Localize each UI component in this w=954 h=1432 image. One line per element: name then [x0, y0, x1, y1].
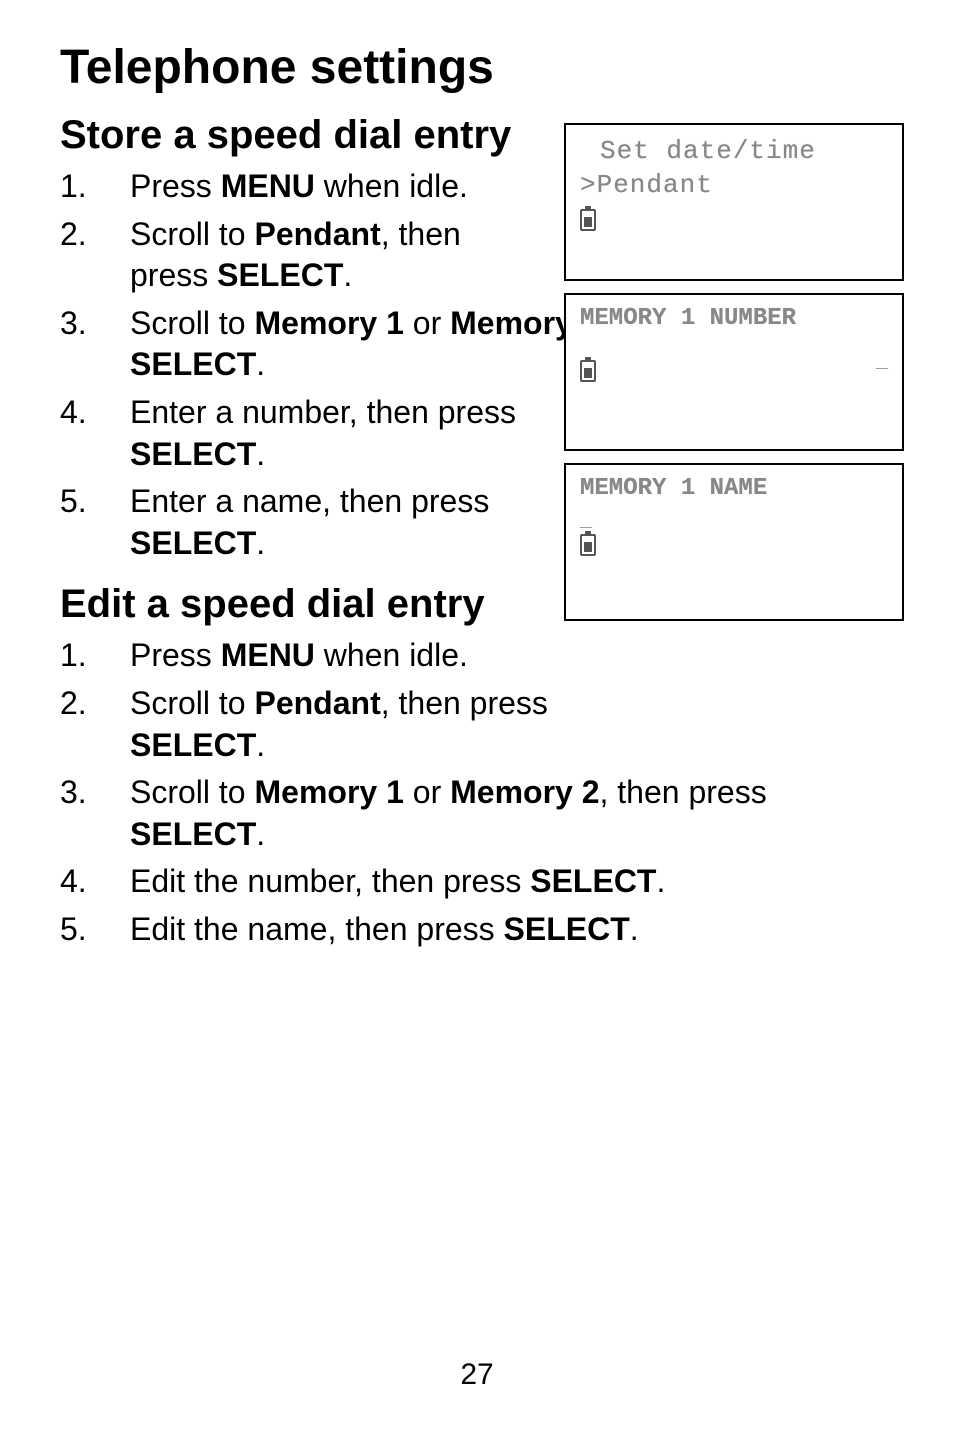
list-item: 4. Enter a number, then press SELECT. [60, 392, 580, 475]
step-number: 5. [60, 909, 87, 951]
lcd-line: >Pendant [580, 169, 888, 203]
step-number: 1. [60, 166, 87, 208]
step-number: 3. [60, 772, 87, 814]
lcd-title: MEMORY 1 NUMBER [580, 305, 888, 332]
cursor-icon: _ [580, 504, 888, 528]
lcd-screen-number: MEMORY 1 NUMBER _ [564, 293, 904, 451]
list-item: 4. Edit the number, then press SELECT. [60, 861, 894, 903]
page-title: Telephone settings [60, 40, 894, 95]
list-item: 1. Press MENU when idle. [60, 166, 580, 208]
list-item: 2. Scroll to Pendant, then press SELECT. [60, 214, 500, 297]
lcd-screen-menu: Set date/time >Pendant [564, 123, 904, 281]
battery-icon [580, 360, 596, 382]
battery-icon [580, 209, 596, 231]
lcd-screens: Set date/time >Pendant MEMORY 1 NUMBER _… [564, 123, 904, 621]
edit-steps-list: 1. Press MENU when idle. 2. Scroll to Pe… [60, 635, 894, 950]
list-item: 2. Scroll to Pendant, then press SELECT. [60, 683, 620, 766]
list-item: 5. Edit the name, then press SELECT. [60, 909, 894, 951]
step-number: 4. [60, 392, 87, 434]
cursor-icon: _ [876, 345, 888, 369]
list-item: 1. Press MENU when idle. [60, 635, 620, 677]
lcd-line: Set date/time [580, 135, 888, 169]
step-number: 5. [60, 481, 87, 523]
page-number: 27 [0, 1358, 954, 1392]
list-item: 5. Enter a name, then press SELECT. [60, 481, 580, 564]
lcd-title: MEMORY 1 NAME [580, 475, 888, 502]
list-item: 3. Scroll to Memory 1 or Memory 2, then … [60, 772, 894, 855]
step-number: 2. [60, 683, 87, 725]
step-number: 4. [60, 861, 87, 903]
step-number: 1. [60, 635, 87, 677]
battery-icon [580, 534, 596, 556]
step-number: 3. [60, 303, 87, 345]
step-number: 2. [60, 214, 87, 256]
lcd-screen-name: MEMORY 1 NAME _ [564, 463, 904, 621]
